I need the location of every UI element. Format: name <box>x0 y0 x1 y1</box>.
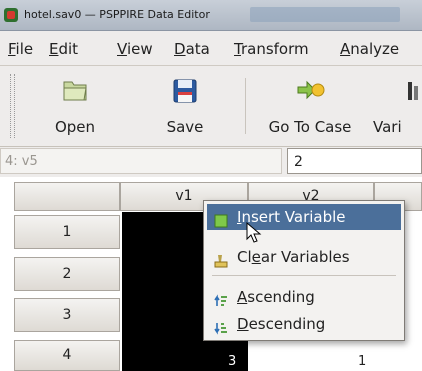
menu-transform[interactable]: Transform <box>234 40 309 58</box>
go-to-case-button[interactable]: Go To Case <box>260 70 360 142</box>
clear-variables-icon <box>214 250 228 268</box>
menu-insert-variable[interactable]: Insert Variable <box>207 204 401 230</box>
menu-sort-descending[interactable]: Descending <box>207 311 401 337</box>
mouse-cursor-icon <box>246 222 262 243</box>
toolbar-grip[interactable] <box>10 74 15 138</box>
menu-bar: File Edit View Data Transform Analyze <box>0 31 422 66</box>
toolbar-separator <box>245 78 246 134</box>
menu-sort-ascending[interactable]: Ascending <box>207 284 401 310</box>
menu-separator <box>212 275 396 276</box>
variables-icon <box>408 82 418 100</box>
open-button[interactable]: Open <box>40 70 110 142</box>
cell-row4-v2[interactable]: 1 <box>358 354 366 369</box>
insert-variable-icon <box>214 210 228 228</box>
menu-view[interactable]: View <box>117 40 153 58</box>
cell-row4-v1[interactable]: 3 <box>228 354 236 369</box>
menu-edit[interactable]: Edit <box>49 40 78 58</box>
sort-descending-icon <box>214 317 228 335</box>
save-button[interactable]: Save <box>150 70 220 142</box>
menu-clear-variables[interactable]: Clear Variables <box>207 244 401 270</box>
row-header-2[interactable]: 2 <box>14 257 120 291</box>
cell-reference-bar: 4: v5 2 <box>0 147 422 177</box>
row-header-4[interactable]: 4 <box>14 340 120 371</box>
title-bar: hotel.sav0 — PSPPIRE Data Editor <box>0 0 422 31</box>
app-icon <box>4 8 18 22</box>
toolbar: Open Save Go To Case Vari <box>0 66 422 147</box>
folder-open-icon <box>63 81 87 101</box>
menu-data[interactable]: Data <box>174 40 210 58</box>
cell-value-input[interactable]: 2 <box>287 148 422 174</box>
titlebar-controls-area <box>250 7 400 22</box>
grid-corner-header[interactable] <box>14 182 120 211</box>
floppy-save-icon <box>173 79 197 103</box>
row-header-1[interactable]: 1 <box>14 215 120 249</box>
menu-file[interactable]: File <box>8 40 33 58</box>
variables-button[interactable]: Vari <box>370 70 422 142</box>
window-title: hotel.sav0 — PSPPIRE Data Editor <box>24 8 210 21</box>
row-header-3[interactable]: 3 <box>14 298 120 332</box>
cell-reference: 4: v5 <box>0 148 282 174</box>
sort-ascending-icon <box>214 290 228 306</box>
menu-analyze[interactable]: Analyze <box>340 40 399 58</box>
go-to-case-icon <box>297 80 325 100</box>
column-context-menu: Insert Variable Clear Variables Ascendin… <box>203 200 405 341</box>
